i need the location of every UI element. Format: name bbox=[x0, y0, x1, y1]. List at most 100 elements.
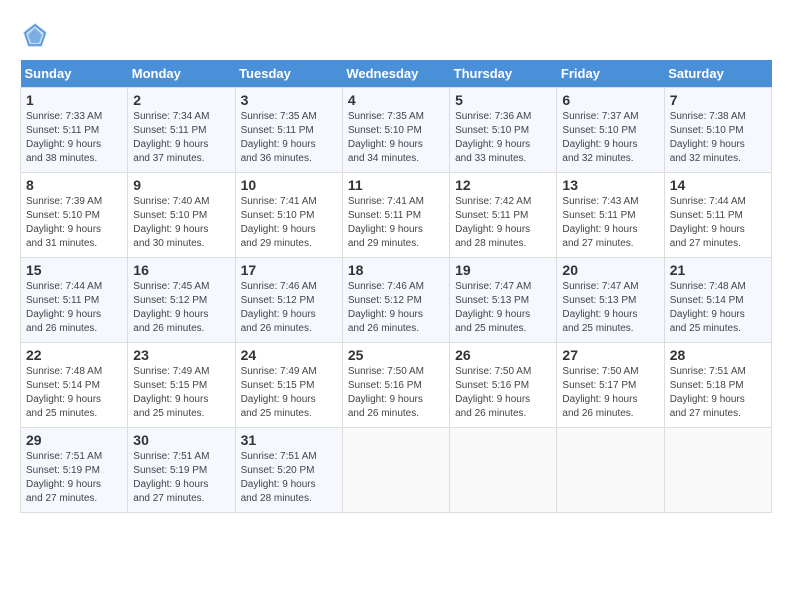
calendar-cell: 8 Sunrise: 7:39 AM Sunset: 5:10 PM Daylig… bbox=[21, 173, 128, 258]
day-number: 27 bbox=[562, 347, 658, 363]
day-info: Sunrise: 7:51 AM Sunset: 5:18 PM Dayligh… bbox=[670, 365, 766, 421]
day-info: Sunrise: 7:44 AM Sunset: 5:11 PM Dayligh… bbox=[670, 195, 766, 251]
day-of-week-header: Monday bbox=[128, 60, 235, 88]
day-info: Sunrise: 7:46 AM Sunset: 5:12 PM Dayligh… bbox=[241, 280, 337, 336]
day-info: Sunrise: 7:44 AM Sunset: 5:11 PM Dayligh… bbox=[26, 280, 122, 336]
day-of-week-header: Thursday bbox=[450, 60, 557, 88]
calendar-cell: 13 Sunrise: 7:43 AM Sunset: 5:11 PM Dayli… bbox=[557, 173, 664, 258]
day-of-week-header: Tuesday bbox=[235, 60, 342, 88]
day-number: 8 bbox=[26, 177, 122, 193]
day-number: 3 bbox=[241, 92, 337, 108]
calendar-cell bbox=[557, 428, 664, 513]
day-info: Sunrise: 7:49 AM Sunset: 5:15 PM Dayligh… bbox=[241, 365, 337, 421]
calendar-cell: 16 Sunrise: 7:45 AM Sunset: 5:12 PM Dayli… bbox=[128, 258, 235, 343]
day-number: 22 bbox=[26, 347, 122, 363]
page-header bbox=[20, 20, 772, 50]
calendar-cell bbox=[450, 428, 557, 513]
day-number: 18 bbox=[348, 262, 444, 278]
day-info: Sunrise: 7:50 AM Sunset: 5:17 PM Dayligh… bbox=[562, 365, 658, 421]
day-number: 23 bbox=[133, 347, 229, 363]
day-number: 24 bbox=[241, 347, 337, 363]
calendar-week-row: 22 Sunrise: 7:48 AM Sunset: 5:14 PM Dayli… bbox=[21, 343, 772, 428]
calendar-cell: 30 Sunrise: 7:51 AM Sunset: 5:19 PM Dayli… bbox=[128, 428, 235, 513]
day-number: 7 bbox=[670, 92, 766, 108]
day-info: Sunrise: 7:39 AM Sunset: 5:10 PM Dayligh… bbox=[26, 195, 122, 251]
day-info: Sunrise: 7:48 AM Sunset: 5:14 PM Dayligh… bbox=[26, 365, 122, 421]
calendar-cell: 6 Sunrise: 7:37 AM Sunset: 5:10 PM Daylig… bbox=[557, 88, 664, 173]
day-info: Sunrise: 7:43 AM Sunset: 5:11 PM Dayligh… bbox=[562, 195, 658, 251]
day-info: Sunrise: 7:48 AM Sunset: 5:14 PM Dayligh… bbox=[670, 280, 766, 336]
calendar-cell: 18 Sunrise: 7:46 AM Sunset: 5:12 PM Dayli… bbox=[342, 258, 449, 343]
day-number: 9 bbox=[133, 177, 229, 193]
day-number: 14 bbox=[670, 177, 766, 193]
calendar-cell: 4 Sunrise: 7:35 AM Sunset: 5:10 PM Daylig… bbox=[342, 88, 449, 173]
calendar-cell bbox=[342, 428, 449, 513]
header-row: SundayMondayTuesdayWednesdayThursdayFrid… bbox=[21, 60, 772, 88]
day-info: Sunrise: 7:37 AM Sunset: 5:10 PM Dayligh… bbox=[562, 110, 658, 166]
calendar-cell: 23 Sunrise: 7:49 AM Sunset: 5:15 PM Dayli… bbox=[128, 343, 235, 428]
calendar-cell: 28 Sunrise: 7:51 AM Sunset: 5:18 PM Dayli… bbox=[664, 343, 771, 428]
day-info: Sunrise: 7:47 AM Sunset: 5:13 PM Dayligh… bbox=[562, 280, 658, 336]
day-number: 21 bbox=[670, 262, 766, 278]
day-info: Sunrise: 7:35 AM Sunset: 5:10 PM Dayligh… bbox=[348, 110, 444, 166]
day-number: 20 bbox=[562, 262, 658, 278]
calendar-cell: 22 Sunrise: 7:48 AM Sunset: 5:14 PM Dayli… bbox=[21, 343, 128, 428]
calendar-cell bbox=[664, 428, 771, 513]
calendar-cell: 5 Sunrise: 7:36 AM Sunset: 5:10 PM Daylig… bbox=[450, 88, 557, 173]
calendar-week-row: 1 Sunrise: 7:33 AM Sunset: 5:11 PM Daylig… bbox=[21, 88, 772, 173]
day-info: Sunrise: 7:41 AM Sunset: 5:11 PM Dayligh… bbox=[348, 195, 444, 251]
calendar-cell: 9 Sunrise: 7:40 AM Sunset: 5:10 PM Daylig… bbox=[128, 173, 235, 258]
day-number: 10 bbox=[241, 177, 337, 193]
calendar-cell: 17 Sunrise: 7:46 AM Sunset: 5:12 PM Dayli… bbox=[235, 258, 342, 343]
day-of-week-header: Wednesday bbox=[342, 60, 449, 88]
day-info: Sunrise: 7:45 AM Sunset: 5:12 PM Dayligh… bbox=[133, 280, 229, 336]
day-info: Sunrise: 7:36 AM Sunset: 5:10 PM Dayligh… bbox=[455, 110, 551, 166]
day-of-week-header: Saturday bbox=[664, 60, 771, 88]
day-number: 25 bbox=[348, 347, 444, 363]
day-number: 16 bbox=[133, 262, 229, 278]
day-info: Sunrise: 7:41 AM Sunset: 5:10 PM Dayligh… bbox=[241, 195, 337, 251]
day-number: 28 bbox=[670, 347, 766, 363]
day-info: Sunrise: 7:47 AM Sunset: 5:13 PM Dayligh… bbox=[455, 280, 551, 336]
day-number: 30 bbox=[133, 432, 229, 448]
day-number: 15 bbox=[26, 262, 122, 278]
day-of-week-header: Friday bbox=[557, 60, 664, 88]
day-info: Sunrise: 7:49 AM Sunset: 5:15 PM Dayligh… bbox=[133, 365, 229, 421]
day-number: 13 bbox=[562, 177, 658, 193]
day-number: 19 bbox=[455, 262, 551, 278]
day-info: Sunrise: 7:51 AM Sunset: 5:19 PM Dayligh… bbox=[133, 450, 229, 506]
day-info: Sunrise: 7:46 AM Sunset: 5:12 PM Dayligh… bbox=[348, 280, 444, 336]
day-number: 1 bbox=[26, 92, 122, 108]
day-info: Sunrise: 7:40 AM Sunset: 5:10 PM Dayligh… bbox=[133, 195, 229, 251]
day-number: 2 bbox=[133, 92, 229, 108]
calendar-cell: 25Sunrise: 7:50 AM Sunset: 5:16 PM Dayli… bbox=[342, 343, 449, 428]
day-info: Sunrise: 7:42 AM Sunset: 5:11 PM Dayligh… bbox=[455, 195, 551, 251]
day-number: 6 bbox=[562, 92, 658, 108]
day-info: Sunrise: 7:34 AM Sunset: 5:11 PM Dayligh… bbox=[133, 110, 229, 166]
calendar-cell: 27 Sunrise: 7:50 AM Sunset: 5:17 PM Dayli… bbox=[557, 343, 664, 428]
calendar-week-row: 8 Sunrise: 7:39 AM Sunset: 5:10 PM Daylig… bbox=[21, 173, 772, 258]
calendar-cell: 10 Sunrise: 7:41 AM Sunset: 5:10 PM Dayli… bbox=[235, 173, 342, 258]
day-number: 4 bbox=[348, 92, 444, 108]
day-info: Sunrise: 7:51 AM Sunset: 5:19 PM Dayligh… bbox=[26, 450, 122, 506]
calendar-cell: 24 Sunrise: 7:49 AM Sunset: 5:15 PM Dayli… bbox=[235, 343, 342, 428]
day-number: 31 bbox=[241, 432, 337, 448]
calendar-cell: 3Sunrise: 7:35 AM Sunset: 5:11 PM Daylig… bbox=[235, 88, 342, 173]
calendar-cell: 11 Sunrise: 7:41 AM Sunset: 5:11 PM Dayli… bbox=[342, 173, 449, 258]
day-info: Sunrise: 7:50 AM Sunset: 5:16 PM Dayligh… bbox=[455, 365, 551, 421]
day-number: 17 bbox=[241, 262, 337, 278]
day-number: 5 bbox=[455, 92, 551, 108]
day-number: 11 bbox=[348, 177, 444, 193]
day-info: Sunrise: 7:33 AM Sunset: 5:11 PM Dayligh… bbox=[26, 110, 122, 166]
calendar-cell: 1 Sunrise: 7:33 AM Sunset: 5:11 PM Daylig… bbox=[21, 88, 128, 173]
calendar-cell: 21 Sunrise: 7:48 AM Sunset: 5:14 PM Dayli… bbox=[664, 258, 771, 343]
calendar-cell: 7Sunrise: 7:38 AM Sunset: 5:10 PM Daylig… bbox=[664, 88, 771, 173]
calendar-week-row: 29Sunrise: 7:51 AM Sunset: 5:19 PM Dayli… bbox=[21, 428, 772, 513]
calendar-cell: 2 Sunrise: 7:34 AM Sunset: 5:11 PM Daylig… bbox=[128, 88, 235, 173]
logo-icon bbox=[20, 20, 50, 50]
calendar-cell: 20 Sunrise: 7:47 AM Sunset: 5:13 PM Dayli… bbox=[557, 258, 664, 343]
calendar-table: SundayMondayTuesdayWednesdayThursdayFrid… bbox=[20, 60, 772, 513]
day-of-week-header: Sunday bbox=[21, 60, 128, 88]
calendar-cell: 29Sunrise: 7:51 AM Sunset: 5:19 PM Dayli… bbox=[21, 428, 128, 513]
calendar-cell: 26Sunrise: 7:50 AM Sunset: 5:16 PM Dayli… bbox=[450, 343, 557, 428]
